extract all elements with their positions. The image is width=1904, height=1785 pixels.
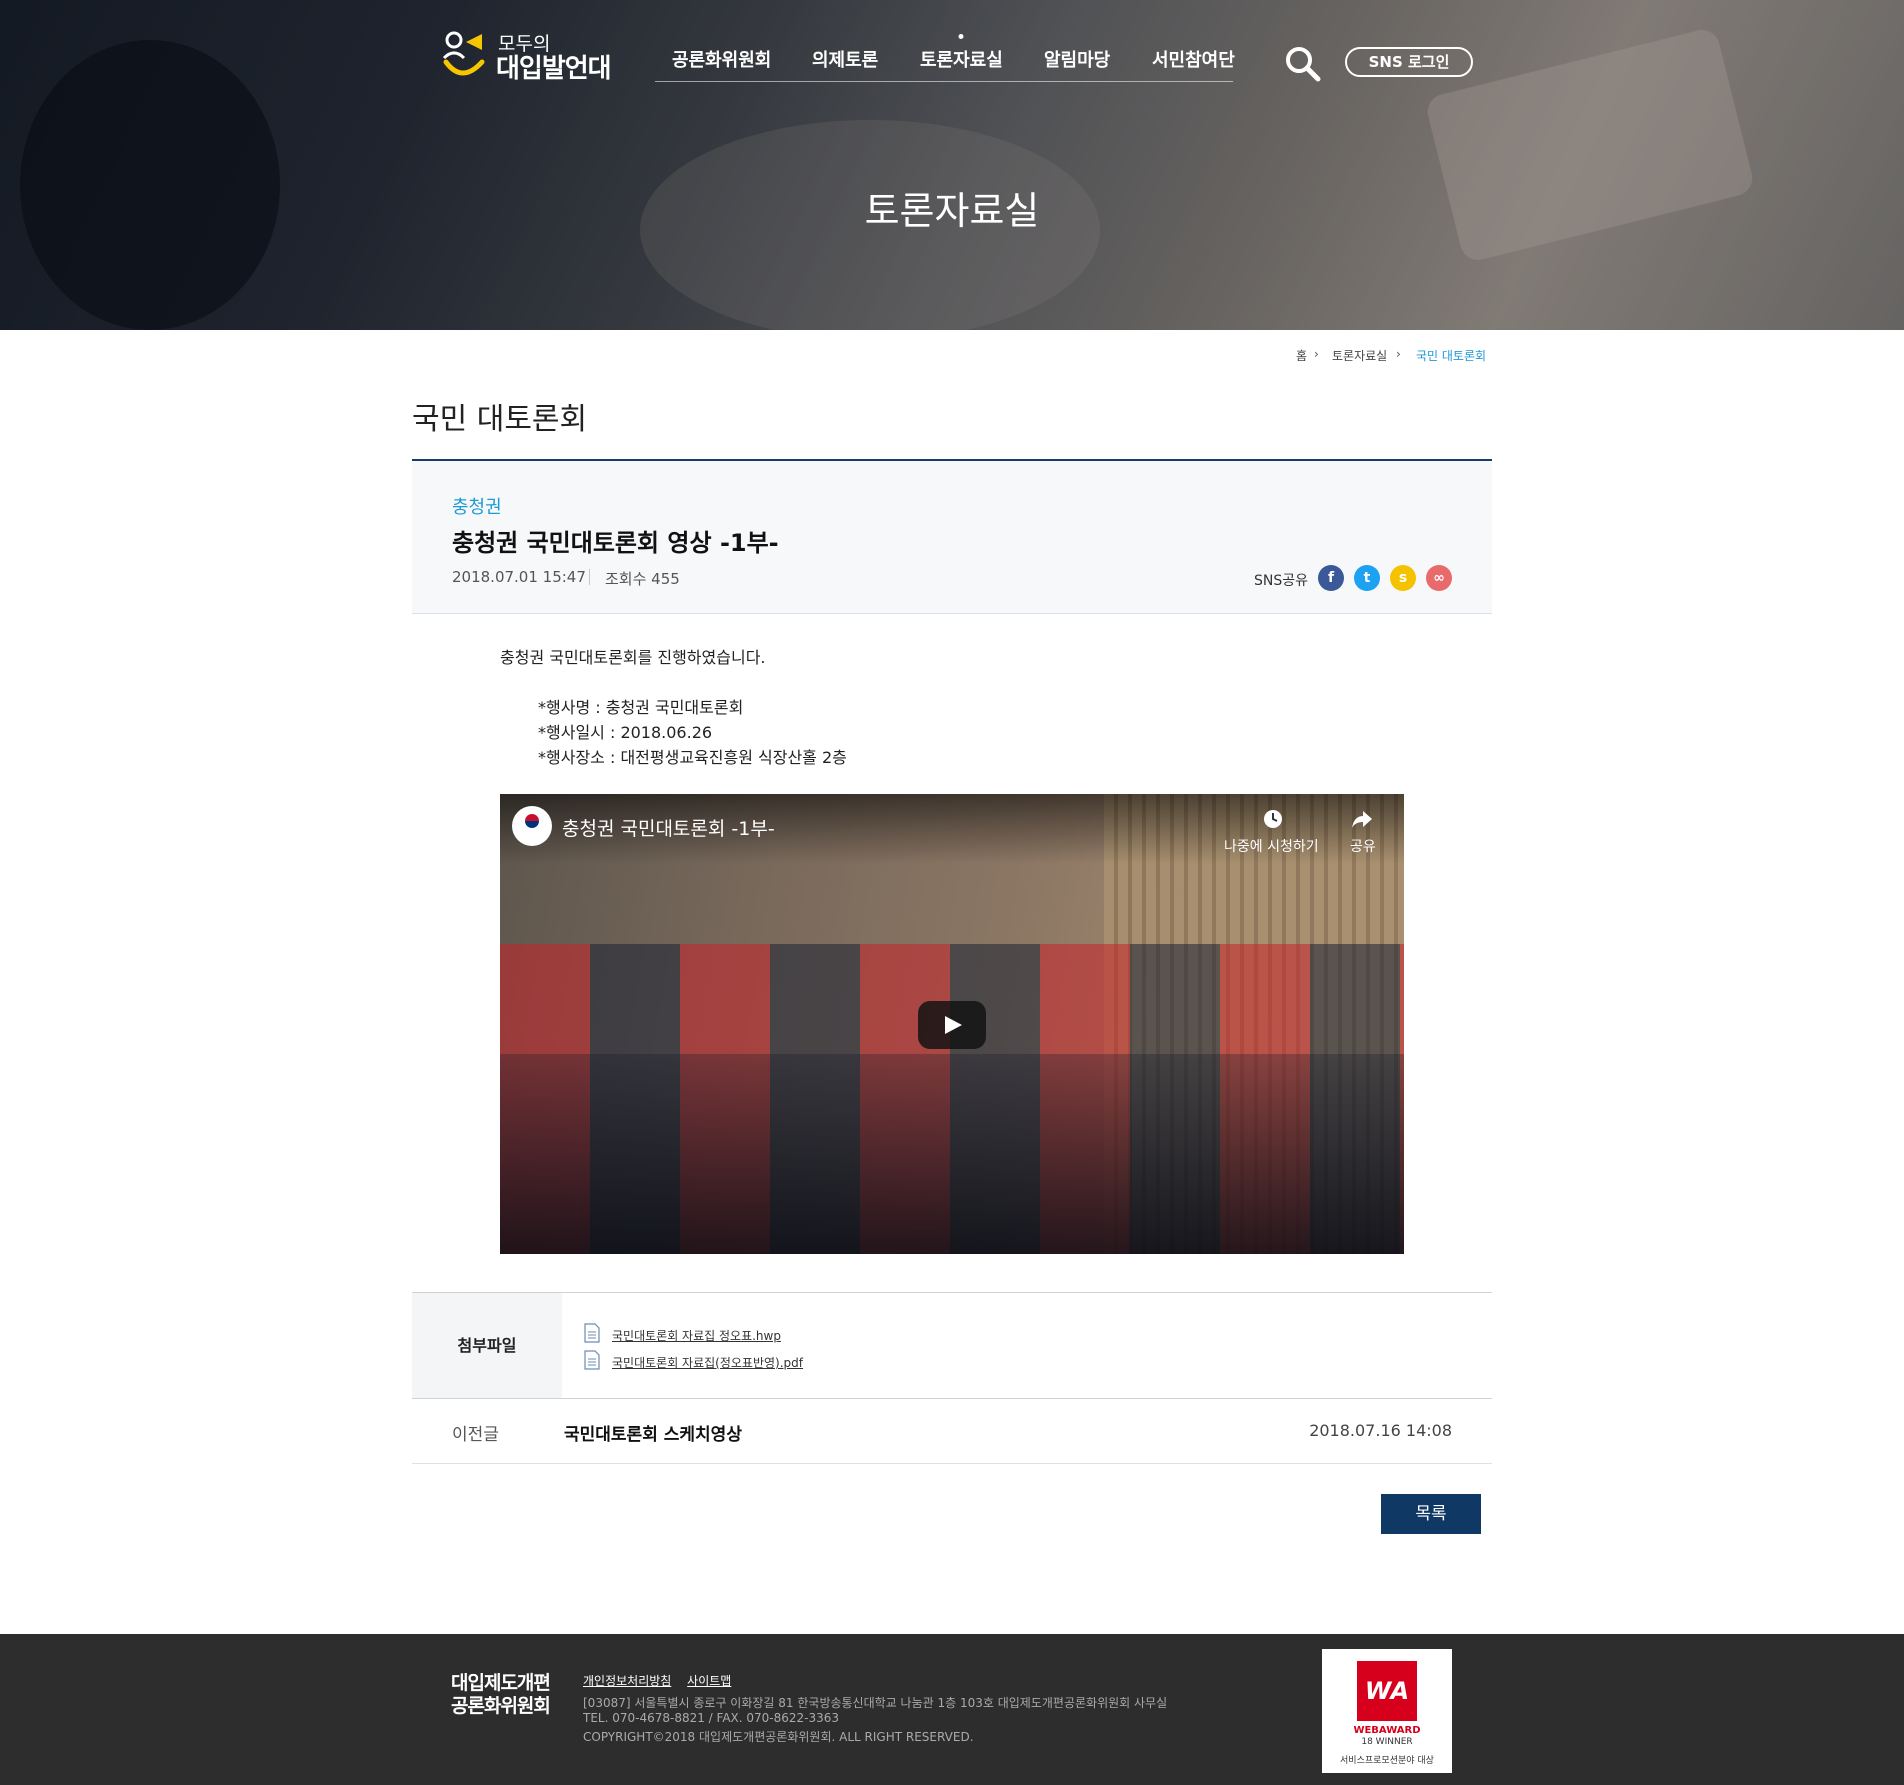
kakaostory-icon[interactable]: s xyxy=(1390,565,1416,591)
sns-share-label: SNS공유 xyxy=(1254,573,1309,589)
article-subject: 충청권 국민대토론회 영상 -1부- xyxy=(452,529,779,557)
breadcrumb: 홈 › 토론자료실 › 국민 대토론회 xyxy=(1280,347,1492,365)
breadcrumb-home[interactable]: 홈 xyxy=(1296,347,1307,364)
attachments-label: 첨부파일 xyxy=(412,1293,562,1398)
webaward-badge: WA WEBAWARD 18 WINNER 서비스프로모션분야 대상 xyxy=(1322,1649,1452,1773)
prev-post-row[interactable]: 이전글 국민대토론회 스케치영상 2018.07.16 14:08 xyxy=(412,1398,1492,1464)
sns-login-button[interactable]: SNS 로그인 xyxy=(1345,47,1473,77)
prev-post-title[interactable]: 국민대토론회 스케치영상 xyxy=(564,1420,742,1445)
footer-links: 개인정보처리방침 사이트맵 xyxy=(583,1672,743,1689)
meta-divider xyxy=(589,569,590,585)
footer-contact: TEL. 070-4678-8821 / FAX. 070-8622-3363 xyxy=(583,1711,840,1725)
footer-org-line1: 대입제도개편 xyxy=(451,1672,551,1694)
privacy-policy-link[interactable]: 개인정보처리방침 xyxy=(583,1674,671,1688)
search-icon[interactable] xyxy=(1283,44,1323,84)
footer-org-line2: 공론화위원회 xyxy=(451,1695,551,1717)
footer-copyright: COPYRIGHT©2018 대입제도개편공론화위원회. ALL RIGHT R… xyxy=(583,1730,974,1744)
logo-mark-icon xyxy=(442,31,485,76)
nav-item-citizen-panel[interactable]: 서민참여단 xyxy=(1152,46,1235,72)
attachment-file-link[interactable]: 국민대토론회 자료집(정오표반영).pdf xyxy=(584,1350,803,1371)
attachment-file-link[interactable]: 국민대토론회 자료집 정오표.hwp xyxy=(584,1323,781,1344)
chevron-right-icon: › xyxy=(1314,347,1319,361)
footer: 대입제도개편 공론화위원회 개인정보처리방침 사이트맵 [03087] 서울특별… xyxy=(0,1634,1904,1785)
link-icon[interactable]: ∞ xyxy=(1426,565,1452,591)
play-icon[interactable] xyxy=(918,1001,986,1049)
content-intro: 충청권 국민대토론회를 진행하였습니다. xyxy=(500,648,766,667)
watch-later-button[interactable]: 나중에 시청하기 xyxy=(1224,836,1319,856)
nav-item-archive[interactable]: 토론자료실 xyxy=(920,46,1003,72)
chevron-right-icon: › xyxy=(1396,347,1401,361)
document-icon xyxy=(584,1350,600,1370)
list-button[interactable]: 목록 xyxy=(1381,1494,1481,1534)
article-views: 조회수 455 xyxy=(605,570,680,588)
nav-item-notice[interactable]: 알림마당 xyxy=(1044,46,1110,72)
video-player[interactable]: 충청권 국민대토론회 -1부- 나중에 시청하기 공유 xyxy=(500,794,1404,1254)
prev-post-date: 2018.07.16 14:08 xyxy=(1309,1421,1452,1440)
hero-banner: 모두의 대입발언대 공론화위원회 의제토론 토론자료실 알림마당 서민참여단 S… xyxy=(0,0,1904,330)
prev-post-label: 이전글 xyxy=(452,1425,499,1445)
webaward-line2: 18 WINNER xyxy=(1361,1737,1413,1747)
footer-org: 대입제도개편 공론화위원회 xyxy=(451,1672,551,1718)
twitter-icon[interactable]: t xyxy=(1354,565,1380,591)
sitemap-link[interactable]: 사이트맵 xyxy=(687,1674,731,1688)
article-date: 2018.07.01 15:47 xyxy=(452,568,586,586)
webaward-line3: 서비스프로모션분야 대상 xyxy=(1340,1756,1434,1766)
webaward-logo: WA xyxy=(1357,1661,1417,1721)
clock-icon[interactable] xyxy=(1262,808,1284,830)
video-frame-shadow xyxy=(500,1054,1404,1254)
video-title[interactable]: 충청권 국민대토론회 -1부- xyxy=(562,814,775,841)
content-event-date: *행사일시 : 2018.06.26 xyxy=(538,723,713,742)
attachment-file-name[interactable]: 국민대토론회 자료집 정오표.hwp xyxy=(612,1329,781,1343)
facebook-icon[interactable]: f xyxy=(1318,565,1344,591)
channel-avatar[interactable] xyxy=(512,806,552,846)
article-header: 충청권 충청권 국민대토론회 영상 -1부- 2018.07.01 15:47 … xyxy=(412,459,1492,614)
nav-item-agenda[interactable]: 의제토론 xyxy=(812,46,878,72)
logo-line2: 대입발언대 xyxy=(496,54,612,84)
breadcrumb-section[interactable]: 토론자료실 xyxy=(1332,347,1387,364)
webaward-line1: WEBAWARD xyxy=(1353,1725,1421,1736)
footer-address: [03087] 서울특별시 종로구 이화장길 81 한국방송통신대학교 나눔관 … xyxy=(583,1696,1168,1710)
share-arrow-icon[interactable] xyxy=(1351,808,1373,830)
attachment-file-name[interactable]: 국민대토론회 자료집(정오표반영).pdf xyxy=(612,1356,803,1370)
article-category: 충청권 xyxy=(452,497,502,518)
site-logo[interactable]: 모두의 대입발언대 xyxy=(438,28,618,84)
document-icon xyxy=(584,1323,600,1343)
content-event-place: *행사장소 : 대전평생교육진흥원 식장산홀 2층 xyxy=(538,748,847,767)
video-share-button[interactable]: 공유 xyxy=(1350,836,1376,856)
nav-item-committee[interactable]: 공론화위원회 xyxy=(672,46,771,72)
main-nav: 공론화위원회 의제토론 토론자료실 알림마당 서민참여단 xyxy=(655,46,1235,82)
page-title: 국민 대토론회 xyxy=(412,402,588,437)
hero-title: 토론자료실 xyxy=(864,189,1040,233)
content-event-name: *행사명 : 충청권 국민대토론회 xyxy=(538,698,744,717)
attachments: 첨부파일 국민대토론회 자료집 정오표.hwp 국민대토론회 자료집(정오표반영… xyxy=(412,1292,1492,1399)
breadcrumb-current: 국민 대토론회 xyxy=(1416,349,1487,363)
